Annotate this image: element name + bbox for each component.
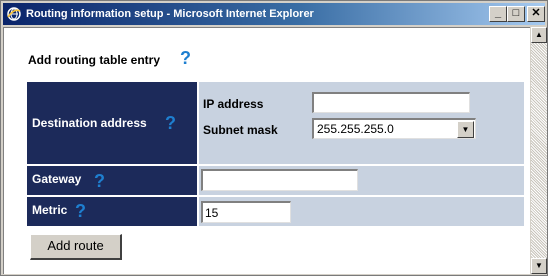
gateway-input[interactable]: [201, 169, 358, 191]
subnet-mask-select[interactable]: 255.255.255.0 ▼: [312, 118, 476, 139]
scroll-up-icon[interactable]: ▲: [531, 27, 547, 43]
close-button[interactable]: ✕: [527, 6, 545, 22]
routing-form: Destination address ? IP address Subnet …: [26, 81, 524, 226]
internet-explorer-icon: [6, 6, 22, 22]
destination-help-icon[interactable]: ?: [165, 113, 176, 134]
page-content: Add routing table entry ? Destination ad…: [3, 27, 530, 274]
metric-label: Metric: [32, 203, 68, 217]
gateway-value-cell: [199, 166, 524, 195]
add-route-button[interactable]: Add route: [30, 234, 122, 260]
title-bar[interactable]: Routing information setup - Microsoft In…: [3, 3, 545, 25]
help-icon[interactable]: ?: [180, 48, 191, 69]
metric-label-cell: Metric ?: [27, 197, 197, 226]
destination-address-value-cell: IP address Subnet mask 255.255.255.0 ▼: [199, 82, 524, 164]
metric-help-icon[interactable]: ?: [75, 201, 86, 222]
gateway-help-icon[interactable]: ?: [94, 171, 105, 192]
subnet-mask-value: 255.255.255.0: [317, 122, 394, 136]
ip-address-input[interactable]: [312, 92, 470, 113]
chevron-down-icon[interactable]: ▼: [457, 121, 474, 138]
subnet-mask-label: Subnet mask: [203, 123, 278, 137]
metric-input[interactable]: 15: [201, 201, 291, 223]
minimize-button[interactable]: _: [489, 6, 507, 22]
browser-window: Routing information setup - Microsoft In…: [0, 0, 548, 276]
scroll-down-icon[interactable]: ▼: [531, 258, 547, 274]
vertical-scrollbar[interactable]: ▲ ▼: [531, 27, 547, 274]
gateway-label-cell: Gateway ?: [27, 166, 197, 195]
ip-address-label: IP address: [203, 97, 264, 111]
destination-address-label: Destination address: [32, 116, 147, 130]
maximize-button[interactable]: □: [507, 6, 525, 22]
metric-value-cell: 15: [199, 197, 524, 226]
metric-value: 15: [205, 206, 219, 220]
destination-address-label-cell: Destination address ?: [27, 82, 197, 164]
window-title: Routing information setup - Microsoft In…: [26, 8, 314, 20]
page-heading: Add routing table entry: [28, 53, 160, 67]
gateway-label: Gateway: [32, 172, 82, 186]
